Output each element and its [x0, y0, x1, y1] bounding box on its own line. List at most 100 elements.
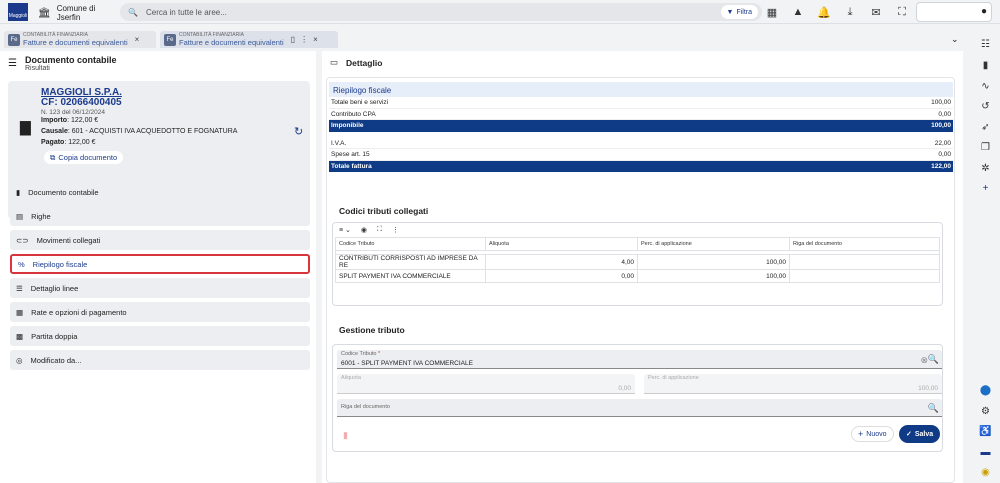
menu-documento-contabile[interactable]: ▮ Documento contabile	[10, 182, 310, 202]
list-icon: ☰	[16, 283, 23, 293]
plus-icon: +	[858, 429, 864, 439]
rocket-icon[interactable]: ➶	[979, 121, 992, 134]
filter-button[interactable]: ▼ Filtra	[720, 5, 758, 19]
copy-icon: ⧉	[50, 152, 56, 162]
nuovo-button[interactable]: + Nuovo	[851, 426, 894, 442]
trend-icon[interactable]: ∿	[979, 80, 992, 93]
causale-line: Causale: 601 - ACQUISTI IVA ACQUEDOTTO E…	[41, 128, 238, 135]
menu-dettaglio-linee[interactable]: ☰ Dettaglio linee	[10, 278, 310, 298]
col-header[interactable]: Perc. di applicazione	[637, 237, 790, 251]
document-icon: ▮	[16, 187, 21, 197]
trash-icon[interactable]: ▮	[343, 430, 348, 441]
menu-riepilogo-fiscale[interactable]: % Riepilogo fiscale	[10, 254, 310, 274]
refresh-icon[interactable]: ↻	[294, 125, 303, 138]
checklist-icon[interactable]: ☷	[979, 38, 992, 51]
left-panel-header: ☰ Documento contabile Risultati	[8, 55, 116, 72]
help-icon[interactable]: ◉	[979, 466, 992, 479]
salva-button[interactable]: ✓ Salva	[899, 425, 941, 443]
tab-fatture-2[interactable]: Fe CONTABILITÀ FINANZIARIA Fatture e doc…	[160, 31, 338, 48]
detail-title: Dettaglio	[346, 57, 383, 68]
user-area[interactable]: ●	[916, 2, 992, 22]
expand-icon[interactable]: ⛶	[377, 226, 382, 234]
row-totale-fattura: Totale fattura 122,00	[329, 160, 953, 172]
copy-document-button[interactable]: ⧉ Copia documento	[44, 151, 124, 164]
qr-icon: ▦	[16, 307, 24, 317]
col-header[interactable]: Codice Tributo	[335, 237, 486, 251]
search-icon[interactable]: 🔍	[928, 354, 939, 365]
accessibility-icon[interactable]: ♿	[979, 425, 992, 438]
riga-documento-field[interactable]: Riga del documento 🔍	[337, 399, 942, 417]
search-icon[interactable]: 🔍	[928, 403, 939, 414]
tab-title: Fatture e documenti equivalenti	[179, 38, 284, 47]
row-spese-art15: Spese art. 15 0,00	[329, 149, 953, 161]
municipality-line1: Comune di	[56, 4, 96, 13]
gestione-form: Codice Tributo * 6001 - SPLIT PAYMENT IV…	[332, 344, 943, 452]
rows-icon: ▤	[16, 211, 24, 221]
document-number: N. 123 del 06/12/2024	[41, 109, 105, 116]
chevron-down-icon[interactable]: ⌄	[951, 34, 959, 45]
search-placeholder: Cerca in tutte le aree...	[145, 7, 227, 17]
user-icon: ●	[981, 6, 988, 17]
row-imponibile: Imponibile 100,00	[329, 120, 953, 132]
row-contributo-cpa: Contributo CPA 0,00	[329, 109, 953, 120]
more-icon[interactable]: ⋮	[392, 226, 399, 234]
download-icon[interactable]: ⤓	[842, 4, 858, 20]
menu-movimenti-collegati[interactable]: ⊂⊃ Movimenti collegati	[10, 230, 310, 250]
apps-grid-icon[interactable]: ▦	[764, 4, 780, 20]
riepilogo-header: Riepilogo fiscale	[329, 82, 953, 97]
eye-icon[interactable]: ◉	[361, 226, 367, 234]
table-row[interactable]: CONTRIBUTI CORRISPOSTI AD IMPRESE DA RE …	[335, 254, 940, 270]
bank-icon: 🏛	[38, 7, 51, 19]
col-header[interactable]: Riga del documento	[789, 237, 940, 251]
col-header[interactable]: Aliquota	[485, 237, 638, 251]
maggioli-logo[interactable]: Maggioli	[8, 3, 28, 21]
codici-table: Codice Tributo Aliquota Perc. di applica…	[335, 237, 940, 283]
codici-title: Codici tributi collegati	[339, 206, 429, 216]
calculator-icon: ▩	[16, 331, 24, 341]
tab-title: Fatture e documenti equivalenti	[23, 38, 128, 47]
location-icon[interactable]: ⬤	[979, 384, 992, 397]
perc-applicazione-field: Perc. di applicazione 100,00	[644, 374, 942, 394]
hub-icon[interactable]: ✲	[979, 162, 992, 175]
row-iva: I.V.A. 22,00	[329, 138, 953, 149]
fingerprint-icon: ◎	[16, 355, 23, 365]
history-icon[interactable]: ↺	[979, 100, 992, 113]
menu-modificato-da[interactable]: ◎ Modificato da...	[10, 350, 310, 370]
menu-partita-doppia[interactable]: ▩ Partita doppia	[10, 326, 310, 346]
warning-icon[interactable]: ▲	[790, 4, 806, 20]
codice-tributo-field[interactable]: Codice Tributo * 6001 - SPLIT PAYMENT IV…	[337, 350, 942, 369]
settings-icon[interactable]: ⚙	[979, 405, 992, 418]
sidebar-toggle-icon[interactable]: ▭	[330, 57, 338, 68]
link-icon: ⊂⊃	[16, 235, 29, 245]
panel-subtitle: Risultati	[24, 65, 50, 72]
detail-body: Riepilogo fiscale Totale beni e servizi 1…	[326, 77, 955, 483]
menu-rate-pagamento[interactable]: ▦ Rate e opzioni di pagamento	[10, 302, 310, 322]
tab-badge: Fe	[164, 33, 176, 46]
filter-icon: ▼	[726, 8, 734, 16]
importo-line: Importo: 122,00 €	[41, 117, 99, 124]
book-icon[interactable]: ▮	[979, 59, 992, 72]
add-icon[interactable]: +	[979, 182, 992, 195]
mail-icon[interactable]: ✉	[868, 4, 884, 20]
right-panel: ▭ Dettaglio Riepilogo fiscale Totale ben…	[322, 51, 963, 483]
right-sidebar: ☷ ▮ ∿ ↺ ➶ ❐ ✲ + ⬤ ⚙ ♿ ▬ ◉	[970, 30, 1000, 483]
close-icon[interactable]: ×	[135, 35, 140, 44]
chat-icon[interactable]: ▬	[979, 446, 992, 459]
close-icon[interactable]: ×	[313, 35, 318, 44]
fullscreen-icon[interactable]: ⛶	[894, 4, 910, 20]
columns-menu-icon[interactable]: ≡ ⌄	[339, 226, 351, 234]
global-search[interactable]: 🔍 Cerca in tutte le aree... ▼ Filtra	[120, 3, 762, 21]
detail-header: ▭ Dettaglio	[330, 57, 382, 68]
bookmark-icon[interactable]: ▯	[291, 35, 295, 44]
files-icon[interactable]: ❐	[979, 141, 992, 154]
tab-fatture-1[interactable]: Fe CONTABILITÀ FINANZIARIA Fatture e doc…	[4, 31, 156, 48]
list-menu-icon[interactable]: ☰	[8, 58, 17, 69]
bell-icon[interactable]: 🔔	[816, 4, 832, 20]
menu-righe[interactable]: ▤ Righe	[10, 206, 310, 226]
table-row[interactable]: SPLIT PAYMENT IVA COMMERCIALE 0,00 100,0…	[335, 269, 940, 283]
municipality-selector[interactable]: 🏛 Comune di Jserfin	[38, 4, 95, 22]
document-icon: ▇	[20, 119, 31, 135]
top-bar: Maggioli 🏛 Comune di Jserfin 🔍 Cerca in …	[0, 0, 1000, 24]
row-totale-beni: Totale beni e servizi 100,00	[329, 97, 953, 109]
more-icon[interactable]: ⋮	[300, 35, 308, 44]
